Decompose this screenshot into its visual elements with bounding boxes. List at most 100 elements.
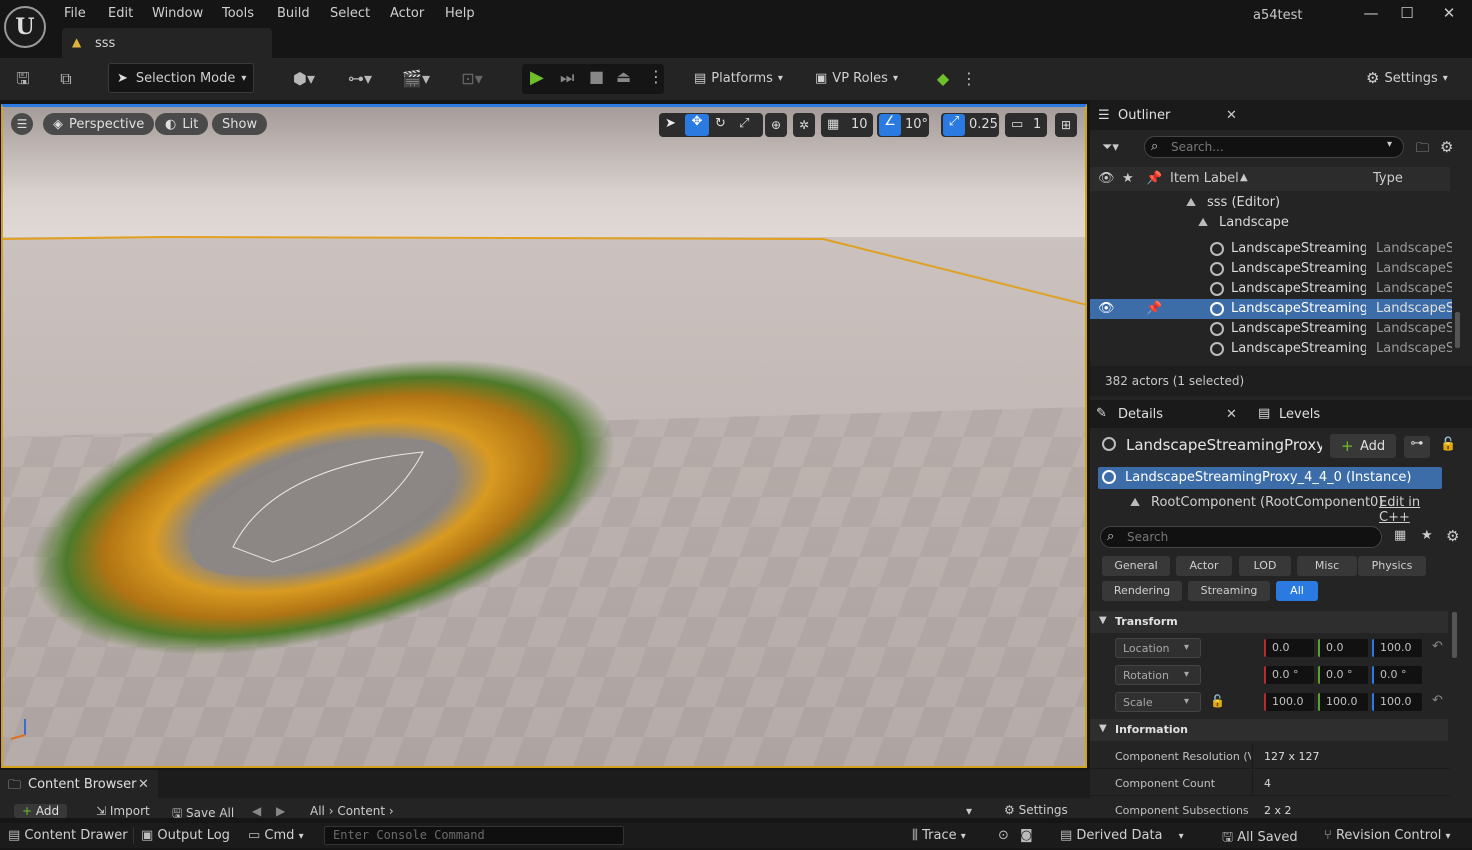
filter-all[interactable]: All [1276,581,1318,601]
new-folder-icon[interactable]: 🗀 [1416,139,1429,161]
location-z-input[interactable]: 100.0 [1372,639,1422,657]
breadcrumb-all[interactable]: All [310,804,325,818]
actor-name[interactable]: LandscapeStreamingProxy_4 [1126,436,1322,454]
screenshot-icon[interactable]: ◙ [1020,828,1033,843]
add-actor-icon[interactable]: ⬢▾ [284,68,324,90]
menu-edit[interactable]: Edit [108,6,133,24]
record-icon[interactable]: ⊙ [998,828,1009,843]
scale-tool-icon[interactable]: ⤢ [739,116,749,131]
perspective-button[interactable]: ◈ Perspective [43,113,155,135]
minimize-icon[interactable]: — [1360,4,1382,26]
stop-icon[interactable]: ■ [589,67,604,86]
cb-add-button[interactable]: + Add [14,804,68,818]
menu-file[interactable]: File [64,6,86,24]
gear-icon[interactable]: ⚙ [1440,138,1453,156]
gear-icon[interactable]: ⚙ [1446,527,1459,545]
close-icon[interactable]: ✕ [138,777,149,792]
world-space-icon[interactable]: ⊕ [765,113,787,137]
location-y-input[interactable]: 0.0 [1318,639,1368,657]
rotation-dropdown[interactable]: Rotation ▾ [1115,665,1201,685]
pin-icon[interactable]: 📌 [1146,301,1162,316]
close-window-icon[interactable]: ✕ [1438,4,1460,26]
derived-data-dropdown[interactable]: ▤ Derived Data ▾ [1060,828,1184,843]
modes-icon[interactable]: ⊡▾ [452,68,492,90]
pin-icon[interactable]: 📌 [1146,171,1162,186]
lock-icon[interactable]: 🔓 [1210,694,1225,708]
scale-y-input[interactable]: 100.0 [1318,693,1368,711]
add-component-button[interactable]: + Add [1330,434,1396,458]
menu-window[interactable]: Window [152,6,203,24]
revision-control-dropdown[interactable]: ⑂ Revision Control ▾ [1324,828,1451,843]
list-item[interactable]: LandscapeStreamingPro LandscapeSt [1090,339,1452,359]
close-icon[interactable]: ✕ [1226,407,1237,422]
launcher-icon[interactable]: ◆ [932,68,954,90]
filter-general[interactable]: General [1102,556,1170,576]
show-button[interactable]: Show [212,113,268,135]
details-scrollbar[interactable] [1452,612,1457,658]
location-x-input[interactable]: 0.0 [1264,639,1314,657]
select-tool-icon[interactable]: ➤ [665,116,676,131]
menu-help[interactable]: Help [445,6,475,24]
viewport-menu-icon[interactable]: ☰ [11,113,33,135]
save-icon[interactable]: 🖫 [12,68,34,90]
menu-actor[interactable]: Actor [390,6,424,24]
scale-x-input[interactable]: 100.0 [1264,693,1314,711]
list-item-selected[interactable]: 👁 📌 LandscapeStreamingPro LandscapeSt [1090,299,1452,319]
filter-lod[interactable]: LOD [1239,556,1291,576]
breadcrumb-content[interactable]: Content [337,804,385,818]
outliner-search-input[interactable]: ⌕ Search... ▾ [1144,136,1404,158]
levels-tab[interactable]: Levels [1279,407,1320,422]
content-drawer-button[interactable]: ▤ Content Drawer [8,828,128,843]
output-log-button[interactable]: ▣ Output Log [141,828,230,843]
star-icon[interactable]: ★ [1421,528,1433,543]
list-item[interactable]: LandscapeStreamingPro LandscapeSt [1090,279,1452,299]
filter-streaming[interactable]: Streaming [1188,581,1270,601]
level-viewport[interactable]: ☰ ◈ Perspective ◐ Lit Show ➤ ✥ ↻ ⤢ ⊕ ✲ ▦… [1,104,1087,768]
lit-button[interactable]: ◐ Lit [155,113,209,135]
reset-icon[interactable]: ↶ [1432,693,1443,708]
lock-icon[interactable]: 🔓 [1440,437,1456,452]
viewport-layout-icon[interactable]: ⊞ [1055,113,1077,137]
transform-section-header[interactable]: ▼ Transform [1090,611,1448,633]
rotation-x-input[interactable]: 0.0 ° [1264,666,1314,684]
console-input[interactable]: Enter Console Command [324,826,624,845]
cmd-dropdown[interactable]: ▭ Cmd ▾ [248,828,304,843]
eye-icon[interactable]: 👁 [1098,301,1115,316]
root-component-row[interactable]: ⛰ RootComponent (RootComponent0) Edit in… [1098,492,1442,525]
blueprint-icon[interactable]: ⊶▾ [340,68,380,90]
maximize-icon[interactable]: ☐ [1396,4,1418,26]
edit-in-cpp-link[interactable]: Edit in C++ [1379,495,1442,525]
cb-settings-button[interactable]: ⚙ Settings [1004,803,1068,817]
filter-rendering[interactable]: Rendering [1102,581,1182,601]
cb-save-all-button[interactable]: 🖫 Save All [172,804,234,818]
filter-icon[interactable]: ⏷▾ [1102,140,1119,155]
selection-mode-button[interactable]: ➤ Selection Mode ▾ [108,63,254,93]
surface-snap-icon[interactable]: ✲ [793,113,815,137]
outliner-scrollbar[interactable] [1455,312,1460,348]
instance-row[interactable]: LandscapeStreamingProxy_4_4_0 (Instance) [1098,467,1442,489]
rotation-snap[interactable]: ∠ 10° [877,113,929,137]
unreal-logo-icon[interactable]: U [4,6,46,48]
menu-tools[interactable]: Tools [222,6,254,24]
rotation-z-input[interactable]: 0.0 ° [1372,666,1422,684]
filter-misc[interactable]: Misc [1297,556,1357,576]
information-section-header[interactable]: ▼ Information [1090,719,1448,741]
menu-build[interactable]: Build [277,6,310,24]
level-tab[interactable]: ▲ sss [62,28,272,58]
back-icon[interactable]: ◀ [252,804,261,818]
eject-icon[interactable]: ⏏ [616,67,631,86]
list-item[interactable]: LandscapeStreamingPro LandscapeSt [1090,239,1452,259]
scale-snap[interactable]: ⤢ 0.25 [941,113,999,137]
tree-row-landscape[interactable]: ⛰ Landscape [1090,213,1452,233]
step-icon[interactable]: ⏭ [560,68,574,88]
type-header[interactable]: Type [1373,171,1403,186]
details-search-input[interactable]: ⌕ Search [1100,526,1382,548]
list-item[interactable]: LandscapeStreamingPro LandscapeSt [1090,259,1452,279]
browse-icon[interactable]: ⧉ [55,68,77,90]
more-options-icon[interactable]: ⋮ [958,68,980,90]
rotate-tool-icon[interactable]: ↻ [715,116,726,131]
content-browser-tab[interactable]: 🗀 Content Browser ✕ [0,770,158,798]
list-item[interactable]: LandscapeStreamingPro LandscapeSt [1090,319,1452,339]
grid-snap[interactable]: ▦ 10 [821,113,873,137]
filter-actor[interactable]: Actor [1176,556,1232,576]
